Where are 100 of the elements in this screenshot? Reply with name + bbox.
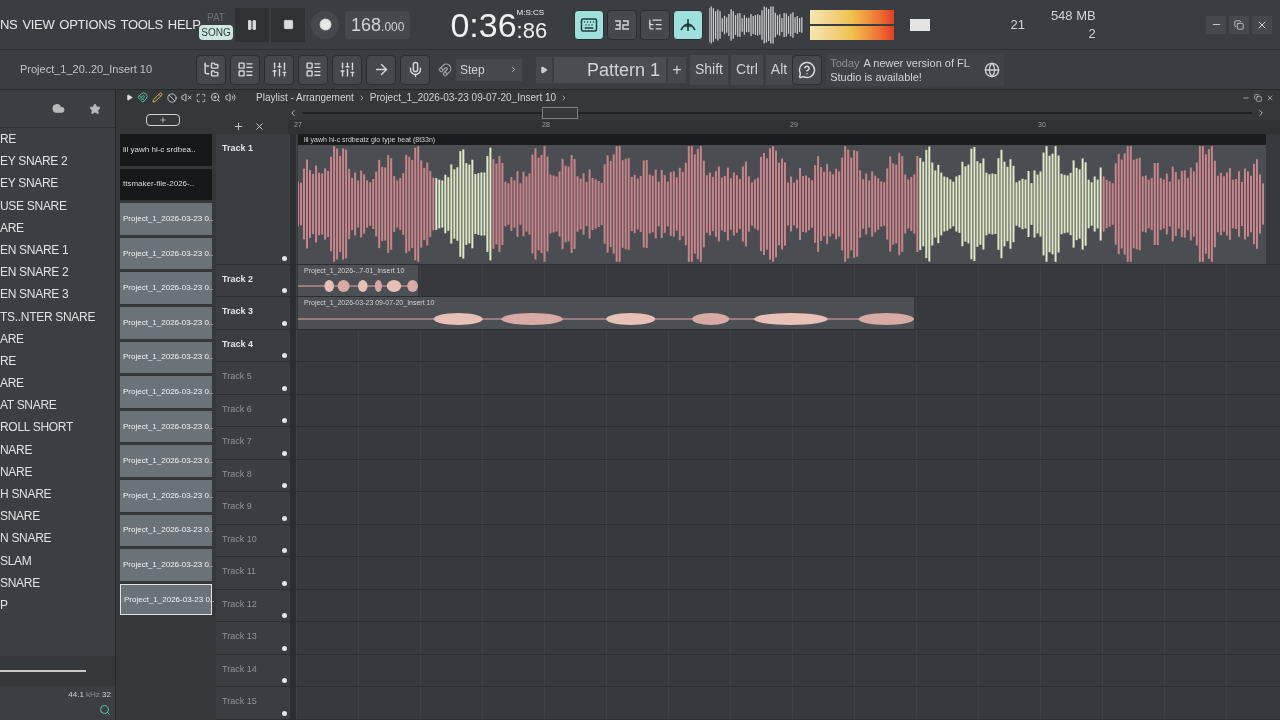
mode-toggle[interactable]: SONG	[199, 24, 233, 40]
pattern-selector[interactable]: Pattern 1	[554, 56, 666, 83]
clip-picker-item[interactable]: Project_1_2026-03-23 0..	[120, 514, 212, 547]
record-button[interactable]	[311, 10, 339, 39]
track-name[interactable]: Track 11	[222, 566, 256, 577]
modifier-key-button[interactable]: Ctrl	[731, 54, 763, 85]
browser-item[interactable]: SNARE	[0, 505, 40, 528]
track-name[interactable]: Track 12	[222, 598, 257, 609]
picker-tab-button[interactable]	[146, 113, 181, 126]
memory-reading: 548 MB	[1050, 6, 1096, 25]
star-icon	[89, 102, 101, 115]
clip-picker-item[interactable]: Project_1_2026-03-23 0..	[120, 341, 212, 374]
browser-item[interactable]: H SNARE	[0, 483, 52, 506]
pattern-prev-button[interactable]	[536, 56, 552, 83]
add-pattern-button[interactable]: +	[668, 56, 686, 83]
menu-item[interactable]: VIEW	[22, 14, 55, 35]
menu-item[interactable]: TOOLS	[120, 14, 163, 35]
browser-item[interactable]: RE	[0, 128, 17, 151]
browser-item[interactable]: N SNARE	[0, 527, 52, 550]
track-name[interactable]: Track 10	[222, 533, 257, 544]
track-name[interactable]: Track 4	[222, 338, 254, 349]
clip-picker-item[interactable]: Project_1_2026-03-23 0..	[120, 549, 212, 581]
restore-icon	[1234, 19, 1244, 30]
close-button[interactable]	[1252, 15, 1272, 34]
browser-item[interactable]: RE	[0, 349, 17, 373]
browser-item[interactable]: ROLL SHORT	[0, 416, 74, 439]
menu-item[interactable]: NS	[0, 14, 18, 35]
menu-item[interactable]: HELP	[167, 14, 201, 35]
browser-item[interactable]: ARE	[0, 372, 24, 395]
keyboard-button[interactable]	[574, 9, 605, 40]
caret-icon	[509, 65, 518, 74]
track-name[interactable]: Track 2	[222, 273, 254, 284]
browser-item[interactable]: TS..NTER SNARE	[0, 305, 96, 328]
pause-button[interactable]	[235, 7, 269, 42]
browser-item[interactable]: EY SNARE	[0, 172, 59, 195]
pencil-icon	[152, 92, 163, 103]
arrow-button[interactable]	[366, 54, 396, 85]
browser-item[interactable]: ARE	[0, 216, 24, 239]
clip-picker-item[interactable]: Project_1_2026-03-23 0..	[120, 479, 212, 512]
clip-picker-item[interactable]: Project_1_2026-03-23 0..	[120, 203, 212, 235]
restore-icon	[1254, 93, 1262, 102]
metronome-button[interactable]	[673, 9, 704, 40]
track-name[interactable]: Track 6	[222, 403, 252, 414]
channel-rack-icon	[236, 61, 254, 78]
stop-button[interactable]	[271, 7, 305, 42]
browser-item[interactable]: NARE	[0, 460, 33, 483]
browser-item[interactable]: USE SNARE	[0, 194, 67, 217]
track-name[interactable]: Track 15	[222, 696, 257, 707]
piano-roll-button[interactable]	[264, 54, 294, 85]
help-button[interactable]	[792, 54, 823, 85]
snap-dropdown[interactable]: Step	[456, 58, 522, 81]
track-name[interactable]: Track 8	[222, 468, 252, 479]
project-hint: Project_1_20..20_Insert 10	[20, 63, 153, 76]
tempo-field[interactable]: 168.000	[345, 10, 411, 39]
close-icon	[1266, 93, 1274, 102]
clip-picker-item[interactable]: Project_1_2026-03-23 0..	[120, 237, 212, 270]
scrollbar[interactable]	[302, 106, 1252, 119]
modifier-key-button[interactable]: Alt	[765, 54, 793, 85]
clip-picker-item[interactable]: Project_1_2026-03-23 0..	[120, 376, 212, 408]
browser-item[interactable]: EN SNARE 3	[0, 283, 69, 306]
mixer-button[interactable]	[332, 54, 362, 85]
track-name[interactable]: Track 3	[222, 306, 254, 317]
loop-button[interactable]	[640, 9, 671, 40]
breadcrumb[interactable]: Project_1_2026-03-23 09-07-20_Insert 10	[369, 90, 557, 105]
browser-item[interactable]: ARE	[0, 327, 24, 350]
browser-item[interactable]: SLAM	[0, 549, 32, 572]
playlist-button[interactable]	[298, 54, 328, 85]
playlist-title: Playlist - Arrangement	[256, 91, 354, 105]
browser-item[interactable]: AT SNARE	[0, 394, 57, 417]
track-name[interactable]: Track 14	[222, 663, 257, 674]
track-name[interactable]: Track 1	[222, 143, 254, 153]
restore-button[interactable]	[1229, 15, 1249, 34]
track-name[interactable]: Track 7	[222, 436, 252, 447]
cpu-reading: 21	[1010, 15, 1025, 34]
help-icon	[798, 60, 817, 79]
remove-icon	[253, 121, 265, 132]
clip-picker-item[interactable]: Project_1_2026-03-23 0..	[120, 272, 212, 304]
clip-picker-item[interactable]: ttsmaker-file-2026-..	[120, 168, 212, 201]
browser-item[interactable]: EN SNARE 1	[0, 238, 69, 262]
microphone-button[interactable]	[400, 54, 430, 85]
clip-picker-item[interactable]: Project_1_2026-03-23 0..	[120, 306, 212, 339]
track-name[interactable]: Track 9	[222, 501, 252, 512]
menu-item[interactable]: OPTIONS	[59, 14, 116, 35]
counter-button[interactable]	[607, 9, 638, 40]
browser-item[interactable]: EY SNARE 2	[0, 150, 68, 173]
track-name[interactable]: Track 13	[222, 631, 257, 642]
clip-picker-item[interactable]: Project_1_2026-03-23 0..	[120, 410, 212, 443]
sample-rate-label: 44.1 kHz 32	[68, 689, 111, 701]
magnet-icon	[438, 62, 452, 77]
browser-icon	[202, 61, 220, 78]
clip-picker-item[interactable]: lil yawh hi-c srdbea..	[120, 134, 212, 166]
modifier-key-button[interactable]: Shift	[690, 54, 728, 85]
browser-item[interactable]: SNARE	[0, 571, 40, 594]
browser-item[interactable]: EN SNARE 2	[0, 261, 69, 284]
browser-button[interactable]	[196, 54, 226, 85]
channel-rack-button[interactable]	[230, 54, 260, 85]
track-name[interactable]: Track 5	[222, 371, 252, 382]
browser-item[interactable]: P	[0, 593, 8, 617]
clip-picker-item[interactable]: Project_1_2026-03-23 0..	[120, 445, 212, 477]
browser-item[interactable]: NARE	[0, 438, 33, 461]
